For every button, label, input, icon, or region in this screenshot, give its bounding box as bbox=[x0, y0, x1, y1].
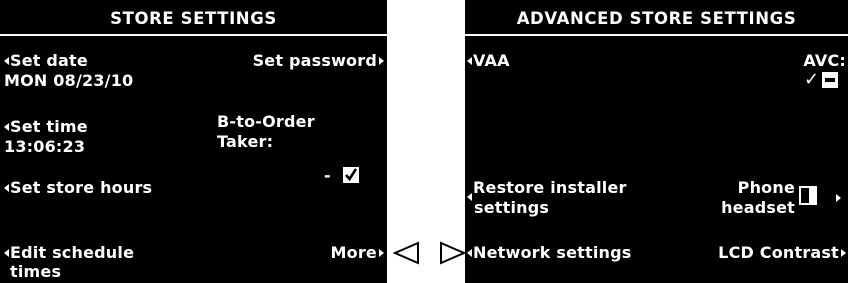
set-time-value: 13:06:23 bbox=[4, 137, 86, 156]
avc-checkbox[interactable] bbox=[822, 72, 838, 88]
network-settings-button[interactable]: Network settings bbox=[467, 243, 632, 263]
store-settings-screen: STORE SETTINGS Set date MON 08/23/10 Set… bbox=[0, 0, 387, 283]
phone-headset-arrow[interactable] bbox=[834, 188, 841, 208]
set-password-label: Set password bbox=[252, 51, 377, 70]
restore-installer-settings-button[interactable]: Restore installer bbox=[467, 178, 627, 201]
headset-jack-icon[interactable] bbox=[799, 186, 817, 205]
vaa-label: VAA bbox=[473, 51, 510, 70]
left-arrow-icon bbox=[4, 183, 9, 192]
edit-schedule-label-line2: times bbox=[10, 262, 62, 281]
left-arrow-icon bbox=[467, 192, 472, 201]
edit-schedule-label: Edit schedule bbox=[10, 243, 135, 262]
screen-title: STORE SETTINGS bbox=[110, 9, 277, 28]
restore-installer-label-line2: settings bbox=[474, 198, 550, 217]
left-arrow-icon bbox=[4, 56, 9, 65]
left-arrow-icon bbox=[467, 56, 472, 65]
minus-icon bbox=[825, 78, 835, 82]
advanced-store-settings-screen: ADVANCED STORE SETTINGS VAA AVC: ✓ Resto… bbox=[465, 0, 848, 283]
set-date-label: Set date bbox=[10, 51, 88, 70]
more-label: More bbox=[330, 243, 377, 262]
right-arrow-icon bbox=[379, 248, 384, 257]
edit-schedule-button[interactable]: Edit schedule bbox=[4, 243, 134, 263]
set-time-label: Set time bbox=[10, 117, 88, 136]
b-to-order-label: B-to-Order bbox=[217, 112, 315, 131]
left-arrow-icon bbox=[4, 122, 9, 131]
triangle-right-outline-icon bbox=[440, 241, 467, 265]
b-to-order-prefix: - bbox=[324, 166, 331, 185]
vaa-button[interactable]: VAA bbox=[467, 51, 510, 71]
set-date-button[interactable]: Set date bbox=[4, 51, 88, 71]
checkmark-icon bbox=[345, 168, 358, 182]
right-arrow-icon bbox=[841, 248, 846, 257]
left-arrow-icon bbox=[467, 248, 472, 257]
avc-check-icon: ✓ bbox=[804, 69, 820, 90]
more-button[interactable]: More bbox=[331, 243, 384, 263]
phone-headset-label-line2: headset bbox=[721, 198, 795, 217]
network-settings-label: Network settings bbox=[473, 243, 632, 262]
title-divider bbox=[465, 34, 848, 36]
left-arrow-icon bbox=[4, 248, 9, 257]
right-arrow-icon bbox=[379, 56, 384, 65]
set-password-button[interactable]: Set password bbox=[253, 51, 384, 71]
lcd-contrast-label: LCD Contrast bbox=[718, 243, 839, 262]
triangle-left-outline-icon bbox=[392, 241, 419, 265]
b-to-order-label-line2: Taker: bbox=[217, 132, 274, 151]
screen-title: ADVANCED STORE SETTINGS bbox=[516, 9, 797, 28]
set-store-hours-button[interactable]: Set store hours bbox=[4, 178, 152, 198]
title-divider bbox=[0, 34, 387, 36]
phone-headset-label: Phone bbox=[737, 178, 795, 197]
set-date-value: MON 08/23/10 bbox=[4, 71, 134, 90]
b-to-order-checkbox[interactable] bbox=[343, 167, 359, 183]
avc-label: AVC: bbox=[803, 51, 846, 70]
restore-installer-label: Restore installer bbox=[473, 178, 627, 197]
set-time-button[interactable]: Set time bbox=[4, 117, 88, 137]
lcd-contrast-button[interactable]: LCD Contrast bbox=[718, 243, 846, 263]
right-arrow-icon bbox=[836, 193, 841, 202]
set-store-hours-label: Set store hours bbox=[10, 178, 153, 197]
